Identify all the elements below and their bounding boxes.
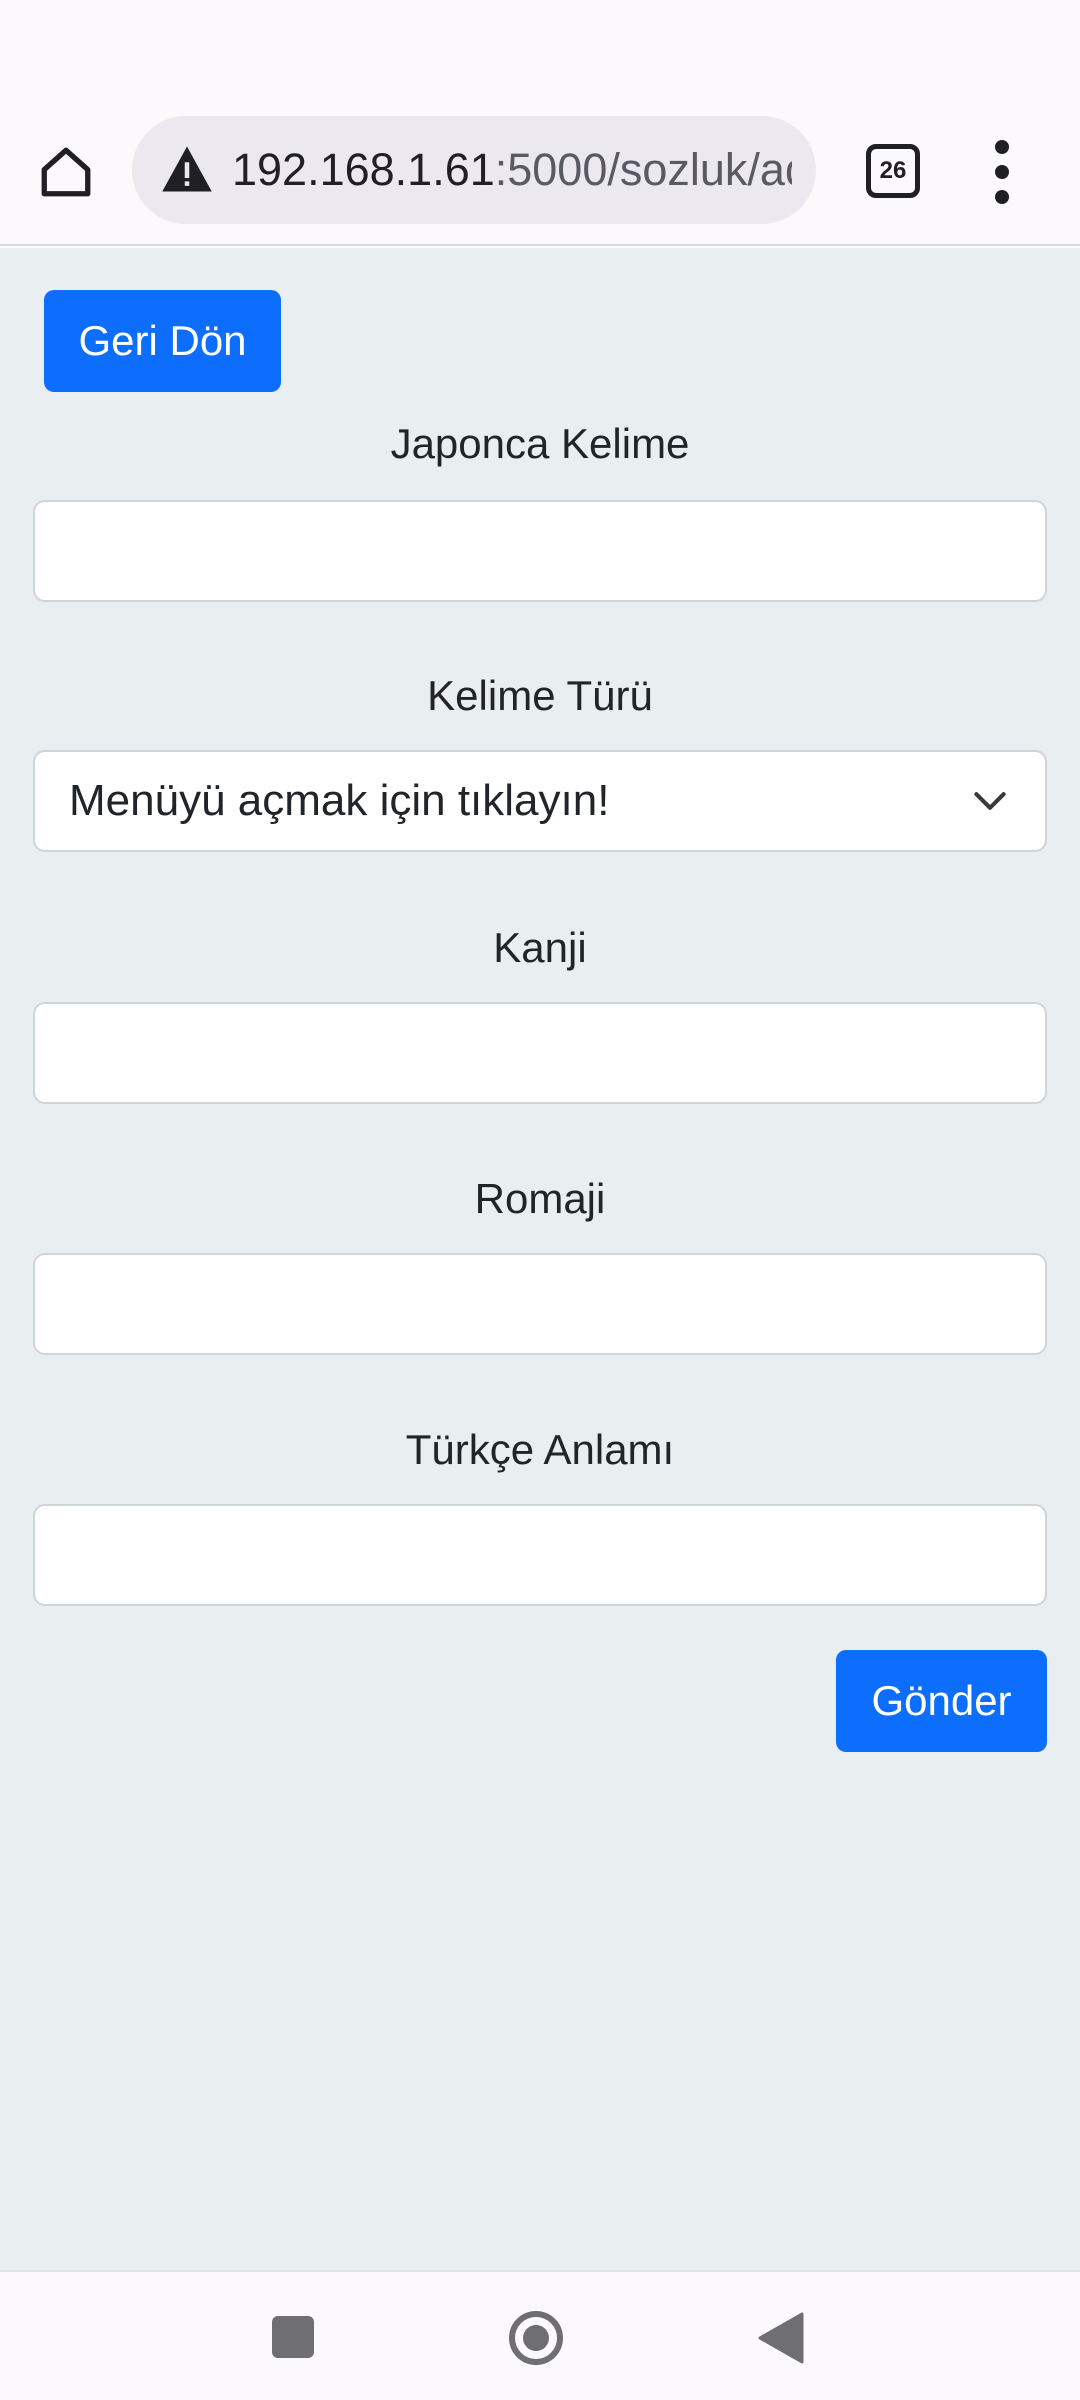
turkce-anlami-input[interactable] bbox=[33, 1504, 1047, 1606]
submit-button[interactable]: Gönder bbox=[836, 1650, 1047, 1752]
home-button[interactable] bbox=[30, 136, 102, 208]
home-circle-icon[interactable] bbox=[508, 2310, 564, 2366]
label-kanji: Kanji bbox=[493, 924, 587, 971]
page-content: Geri Dön Japonca Kelime Kelime Türü Menü… bbox=[0, 248, 1080, 2270]
system-nav-bar bbox=[0, 2270, 1080, 2400]
url-host: 192.168.1.61 bbox=[232, 144, 495, 195]
back-triangle-icon[interactable] bbox=[758, 2312, 804, 2364]
recents-icon[interactable] bbox=[272, 2316, 314, 2358]
home-icon bbox=[41, 147, 91, 197]
japonca-kelime-input[interactable] bbox=[33, 500, 1047, 602]
romaji-input[interactable] bbox=[33, 1253, 1047, 1355]
warning-icon bbox=[162, 146, 212, 192]
label-romaji: Romaji bbox=[474, 1175, 606, 1222]
kelime-turu-select[interactable]: Menüyü açmak için tıklayın! bbox=[33, 750, 1047, 852]
chevron-down-icon bbox=[974, 792, 1006, 810]
kanji-input[interactable] bbox=[33, 1002, 1047, 1104]
url-text[interactable]: 192.168.1.61:5000/sozluk/ad bbox=[232, 116, 792, 224]
browser-toolbar: 192.168.1.61:5000/sozluk/ad 26 bbox=[0, 100, 1080, 246]
label-japonca-kelime: Japonca Kelime bbox=[390, 420, 690, 467]
back-button[interactable]: Geri Dön bbox=[44, 290, 281, 392]
status-bar bbox=[0, 0, 1080, 100]
address-bar[interactable]: 192.168.1.61:5000/sozluk/ad bbox=[132, 116, 816, 224]
url-path: :5000/sozluk/ad bbox=[494, 144, 792, 195]
tab-switcher-button[interactable]: 26 bbox=[866, 144, 920, 198]
more-vert-icon[interactable] bbox=[982, 140, 1022, 204]
label-turkce-anlami: Türkçe Anlamı bbox=[405, 1426, 675, 1473]
select-value: Menüyü açmak için tıklayın! bbox=[69, 776, 610, 825]
label-kelime-turu: Kelime Türü bbox=[427, 672, 653, 719]
